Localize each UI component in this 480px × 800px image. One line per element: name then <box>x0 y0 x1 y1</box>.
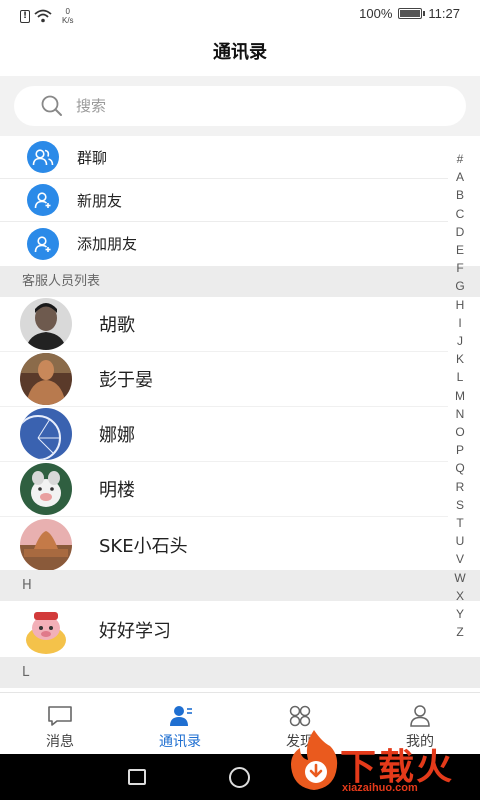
network-speed-value: 0 <box>65 7 70 16</box>
contact-row[interactable]: 好好学习 <box>0 602 448 657</box>
tab-contacts-label: 通讯录 <box>159 734 201 750</box>
search-input[interactable] <box>76 97 376 115</box>
contact-name: 好好学习 <box>99 620 171 642</box>
watermark-url: xiazaihuo.com <box>342 782 418 794</box>
contact-row[interactable]: 明楼 <box>0 462 448 517</box>
contact-row[interactable]: 娜娜 <box>0 407 448 462</box>
search-area <box>0 76 480 136</box>
section-header-h: H <box>0 570 480 601</box>
contact-name: 胡歌 <box>99 315 135 336</box>
contact-name: 娜娜 <box>99 425 135 446</box>
add-friend-icon <box>27 227 59 260</box>
new-friend-label: 新朋友 <box>77 191 123 210</box>
contact-name: SKE小石头 <box>99 535 188 557</box>
index-letter[interactable]: E <box>456 241 464 259</box>
clock: 11:27 <box>428 6 460 21</box>
battery-percent: 100% <box>359 6 393 21</box>
contact-row[interactable]: 胡歌 <box>0 297 448 352</box>
section-header-l: L <box>0 657 480 688</box>
flame-icon <box>291 730 338 790</box>
status-bar: ! 0 K/s 100% 11:27 <box>0 0 480 30</box>
index-letter[interactable]: Q <box>455 459 464 477</box>
status-left: ! 0 K/s <box>20 7 74 25</box>
index-letter[interactable]: # <box>457 150 464 168</box>
battery-icon <box>398 8 426 19</box>
contact-row[interactable]: SKE小石头 <box>0 517 448 572</box>
new-friend-row[interactable]: 新朋友 <box>0 179 448 222</box>
index-letter[interactable]: I <box>458 314 461 332</box>
recent-apps-button[interactable] <box>128 769 146 785</box>
index-letter[interactable]: H <box>456 296 465 314</box>
home-button[interactable] <box>229 767 250 788</box>
avatar <box>20 463 72 515</box>
index-letter[interactable]: Y <box>456 605 464 623</box>
tab-messages[interactable]: 消息 <box>0 693 120 754</box>
contact-name: 明楼 <box>99 480 135 501</box>
avatar <box>20 353 72 405</box>
alert-icon: ! <box>20 9 30 23</box>
index-letter[interactable]: V <box>456 550 464 568</box>
group-chat-label: 群聊 <box>77 148 108 167</box>
index-letter[interactable]: K <box>456 350 464 368</box>
index-letter[interactable]: U <box>456 532 465 550</box>
add-friend-row[interactable]: 添加朋友 <box>0 222 448 265</box>
page-title: 通讯录 <box>213 42 267 63</box>
message-icon <box>48 706 72 726</box>
index-letter[interactable]: W <box>454 569 465 587</box>
index-letter[interactable]: N <box>456 405 465 423</box>
index-letter[interactable]: J <box>457 332 463 350</box>
group-icon <box>27 141 59 173</box>
tab-messages-label: 消息 <box>46 734 74 750</box>
function-list: 群聊 新朋友 添加朋友 <box>0 136 448 265</box>
index-letter[interactable]: Z <box>456 623 463 641</box>
status-right: 100% 11:27 <box>359 6 460 21</box>
network-speed-unit: K/s <box>62 16 74 25</box>
index-letter[interactable]: O <box>455 423 464 441</box>
avatar <box>20 408 72 460</box>
add-friend-label: 添加朋友 <box>77 235 138 253</box>
index-letter[interactable]: S <box>456 496 464 514</box>
index-letter[interactable]: L <box>457 368 464 386</box>
network-speed: 0 K/s <box>62 7 74 25</box>
section-header-service: 客服人员列表 <box>0 266 480 297</box>
index-letter[interactable]: R <box>456 478 465 496</box>
avatar <box>20 298 72 350</box>
index-letter[interactable]: A <box>456 168 464 186</box>
index-letter[interactable]: T <box>456 514 463 532</box>
group-chat-row[interactable]: 群聊 <box>0 136 448 179</box>
avatar <box>20 518 72 571</box>
contact-row[interactable]: 彭于晏 <box>0 352 448 407</box>
alphabet-index[interactable]: # A B C D E F G H I J K L M N O P Q R S T U V W X Y Z <box>449 150 471 641</box>
search-bar[interactable] <box>14 86 466 126</box>
index-letter[interactable]: D <box>456 223 465 241</box>
contacts-icon <box>170 706 192 726</box>
new-friend-icon <box>27 184 59 216</box>
tab-contacts[interactable]: 通讯录 <box>120 693 240 754</box>
index-letter[interactable]: X <box>456 587 464 605</box>
avatar <box>20 603 72 656</box>
index-letter[interactable]: G <box>455 277 464 295</box>
index-letter[interactable]: F <box>456 259 463 277</box>
header: 通讯录 <box>0 30 480 76</box>
index-letter[interactable]: B <box>456 186 464 204</box>
index-letter[interactable]: M <box>455 387 465 405</box>
wifi-icon <box>34 9 52 23</box>
index-letter[interactable]: P <box>456 441 464 459</box>
battery-fill <box>400 10 421 17</box>
watermark-logo: 下载火 xiazaihuo.com <box>280 724 480 800</box>
search-icon <box>41 95 62 116</box>
contact-name: 彭于晏 <box>99 370 153 391</box>
index-letter[interactable]: C <box>456 205 465 223</box>
